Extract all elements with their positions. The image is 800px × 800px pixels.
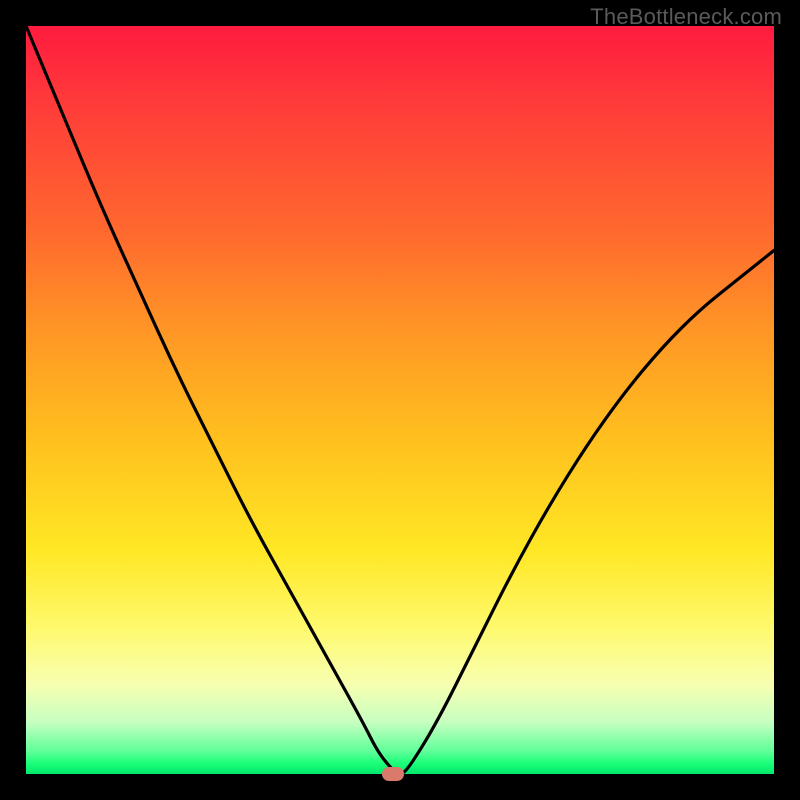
plot-area (26, 26, 774, 774)
curve-svg (26, 26, 774, 774)
chart-container: TheBottleneck.com (0, 0, 800, 800)
bottleneck-curve (26, 26, 774, 773)
min-marker (382, 767, 404, 781)
watermark-text: TheBottleneck.com (590, 4, 782, 30)
